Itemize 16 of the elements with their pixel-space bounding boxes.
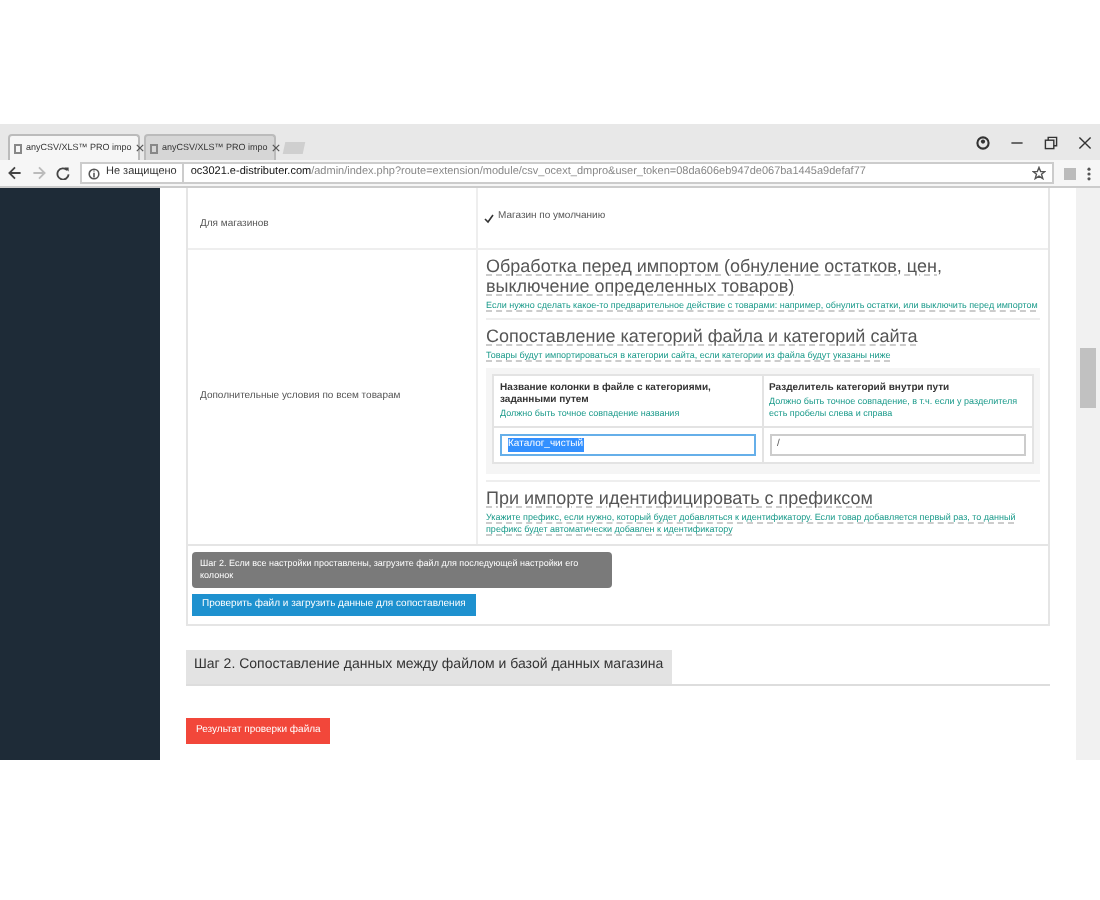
restore-icon[interactable] [1044, 135, 1058, 149]
reload-icon[interactable] [56, 166, 70, 180]
close-icon[interactable] [135, 144, 144, 152]
star-icon[interactable] [1032, 166, 1046, 180]
close-icon[interactable] [1078, 135, 1092, 149]
close-icon[interactable] [271, 144, 280, 152]
page-icon [150, 143, 158, 153]
section-heading: Сопоставление категорий файла и категорий сайта [486, 326, 920, 346]
checkbox[interactable] [484, 213, 494, 223]
page-icon [14, 143, 22, 153]
section-heading: При импорте идентифицировать с префиксом [486, 488, 875, 508]
account-icon[interactable] [976, 135, 990, 149]
info-icon [88, 167, 100, 179]
section-heading: Обработка перед импортом (обнуление остатков, цен, выключение определенных товаров) [486, 256, 944, 296]
back-icon[interactable] [8, 166, 22, 180]
menu-icon[interactable] [1086, 165, 1092, 181]
